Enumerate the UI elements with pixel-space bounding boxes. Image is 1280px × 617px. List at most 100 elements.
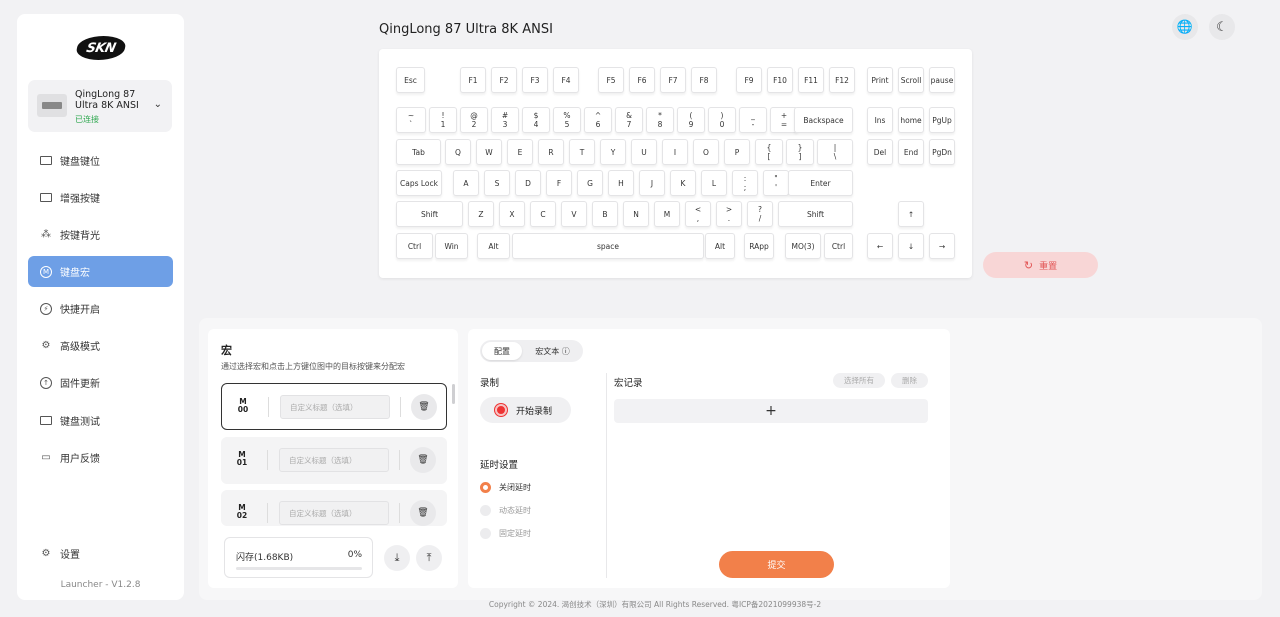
- key[interactable]: ↓: [898, 233, 924, 259]
- key[interactable]: Ctrl: [396, 233, 433, 259]
- key[interactable]: RApp: [744, 233, 774, 259]
- key[interactable]: J: [639, 170, 665, 196]
- key[interactable]: Del: [867, 139, 893, 165]
- key[interactable]: G: [577, 170, 603, 196]
- key[interactable]: Ins: [867, 107, 893, 133]
- key[interactable]: pause: [929, 67, 955, 93]
- upload-icon[interactable]: ⤒: [416, 545, 442, 571]
- key[interactable]: @2: [460, 107, 488, 133]
- radio-delay-off[interactable]: 关闭延时: [480, 480, 620, 494]
- key[interactable]: F3: [522, 67, 548, 93]
- radio-delay-dynamic[interactable]: 动态延时: [480, 503, 620, 517]
- key[interactable]: C: [530, 201, 556, 227]
- key[interactable]: home: [898, 107, 924, 133]
- key[interactable]: ? /: [747, 201, 773, 227]
- key[interactable]: F1: [460, 67, 486, 93]
- key[interactable]: Caps Lock: [396, 170, 442, 196]
- key[interactable]: Alt: [705, 233, 735, 259]
- key[interactable]: F9: [736, 67, 762, 93]
- key[interactable]: #3: [491, 107, 519, 133]
- key[interactable]: (9: [677, 107, 705, 133]
- key[interactable]: " ': [763, 170, 789, 196]
- reset-button[interactable]: ↻ 重置: [983, 252, 1098, 278]
- key[interactable]: Shift: [396, 201, 463, 227]
- key[interactable]: :;: [732, 170, 758, 196]
- key[interactable]: N: [623, 201, 649, 227]
- key[interactable]: I: [662, 139, 688, 165]
- key[interactable]: F12: [829, 67, 855, 93]
- nav-item-quick-start[interactable]: ⚡ 快捷开启: [28, 293, 173, 324]
- key[interactable]: MO(3): [785, 233, 821, 259]
- key[interactable]: Win: [435, 233, 468, 259]
- key[interactable]: Z: [468, 201, 494, 227]
- trash-icon[interactable]: 🗑: [410, 447, 436, 473]
- key[interactable]: ↑: [898, 201, 924, 227]
- key[interactable]: R: [538, 139, 564, 165]
- device-selector[interactable]: QingLong 87 Ultra 8K ANSI 已连接 ⌄: [28, 80, 172, 132]
- key[interactable]: _ -: [739, 107, 767, 133]
- macro-slot[interactable]: M 02 自定义标题（选填） 🗑: [221, 490, 447, 526]
- key[interactable]: Esc: [396, 67, 425, 93]
- nav-item-macro[interactable]: M 键盘宏: [28, 256, 173, 287]
- key[interactable]: $4: [522, 107, 550, 133]
- globe-icon[interactable]: 🌐: [1172, 14, 1198, 40]
- nav-item-firmware[interactable]: ↑ 固件更新: [28, 367, 173, 398]
- key[interactable]: }]: [786, 139, 814, 165]
- key[interactable]: F6: [629, 67, 655, 93]
- key[interactable]: T: [569, 139, 595, 165]
- moon-icon[interactable]: ☾: [1209, 14, 1235, 40]
- key[interactable]: P: [724, 139, 750, 165]
- submit-button[interactable]: 提交: [719, 551, 834, 578]
- macro-title-input[interactable]: 自定义标题（选填）: [280, 395, 390, 419]
- key[interactable]: End: [898, 139, 924, 165]
- tab-macro-text[interactable]: 宏文本 ⓘ: [524, 342, 581, 360]
- key[interactable]: PgUp: [929, 107, 955, 133]
- key[interactable]: <,: [685, 201, 711, 227]
- key[interactable]: F5: [598, 67, 624, 93]
- key[interactable]: F10: [767, 67, 793, 93]
- delete-button[interactable]: 删除: [891, 373, 928, 388]
- key[interactable]: % 5: [553, 107, 581, 133]
- key[interactable]: Backspace: [794, 107, 853, 133]
- key[interactable]: F: [546, 170, 572, 196]
- key[interactable]: A: [453, 170, 479, 196]
- key[interactable]: ! 1: [429, 107, 457, 133]
- key[interactable]: * 8: [646, 107, 674, 133]
- key[interactable]: Enter: [788, 170, 853, 196]
- key[interactable]: Q: [445, 139, 471, 165]
- key[interactable]: →: [929, 233, 955, 259]
- key[interactable]: O: [693, 139, 719, 165]
- nav-item-backlight[interactable]: ⁂ 按键背光: [28, 219, 173, 250]
- key[interactable]: F11: [798, 67, 824, 93]
- macro-slot[interactable]: M 01 自定义标题（选填） 🗑: [221, 437, 447, 484]
- nav-item-enhanced-keys[interactable]: 增强按键: [28, 182, 173, 213]
- key[interactable]: U: [631, 139, 657, 165]
- trash-icon[interactable]: 🗑: [411, 394, 437, 420]
- macro-slot[interactable]: M 00 自定义标题（选填） 🗑: [221, 383, 447, 430]
- key[interactable]: Print: [867, 67, 893, 93]
- nav-item-feedback[interactable]: ▭ 用户反馈: [28, 442, 173, 473]
- key[interactable]: B: [592, 201, 618, 227]
- key[interactable]: F7: [660, 67, 686, 93]
- key[interactable]: ←: [867, 233, 893, 259]
- key[interactable]: Tab: [396, 139, 441, 165]
- key[interactable]: S: [484, 170, 510, 196]
- trash-icon[interactable]: 🗑: [410, 500, 436, 526]
- key[interactable]: M: [654, 201, 680, 227]
- key[interactable]: ) 0: [708, 107, 736, 133]
- tab-config[interactable]: 配置: [482, 342, 522, 360]
- key[interactable]: L: [701, 170, 727, 196]
- key[interactable]: PgDn: [929, 139, 955, 165]
- key[interactable]: Y: [600, 139, 626, 165]
- key[interactable]: H: [608, 170, 634, 196]
- key[interactable]: D: [515, 170, 541, 196]
- nav-item-settings[interactable]: ⚙ 设置: [28, 538, 173, 569]
- key[interactable]: X: [499, 201, 525, 227]
- key[interactable]: space: [512, 233, 704, 259]
- scrollbar[interactable]: [452, 384, 455, 404]
- nav-item-keymap[interactable]: 键盘键位: [28, 145, 173, 176]
- key[interactable]: | \: [817, 139, 853, 165]
- nav-item-keyboard-test[interactable]: 键盘测试: [28, 405, 173, 436]
- download-icon[interactable]: ⤓: [384, 545, 410, 571]
- key[interactable]: & 7: [615, 107, 643, 133]
